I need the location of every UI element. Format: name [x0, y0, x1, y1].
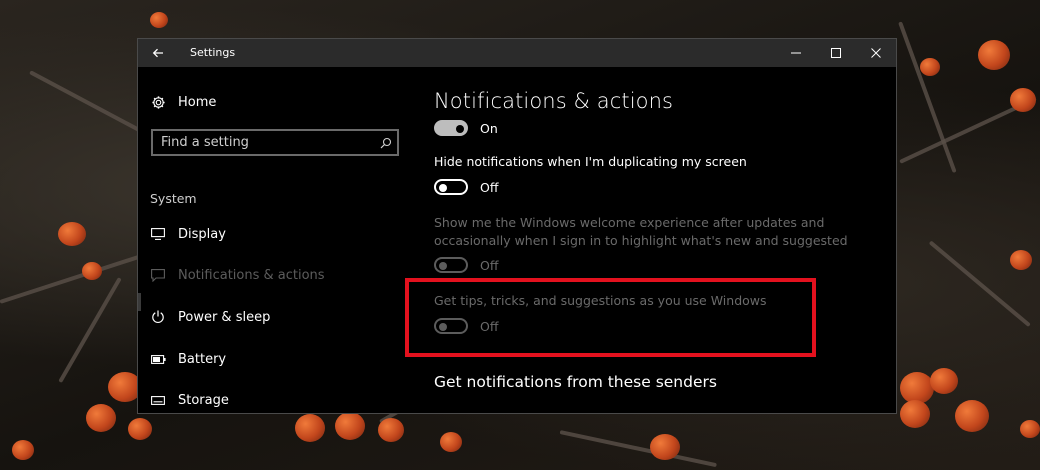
- maximize-icon: [831, 48, 841, 58]
- hide-notifications-toggle[interactable]: [434, 179, 468, 195]
- storage-icon: [150, 392, 166, 408]
- minimize-button[interactable]: [776, 39, 816, 67]
- maximize-button[interactable]: [816, 39, 856, 67]
- settings-window: Settings Home Find a setting System Disp…: [137, 38, 897, 414]
- red-highlight-box: [405, 278, 816, 357]
- message-icon: [150, 267, 166, 283]
- page-title: Notifications & actions: [434, 89, 674, 113]
- setting-toggle-row-2: Off: [434, 179, 498, 195]
- toggle-state-label: On: [480, 120, 498, 136]
- sidebar-item-label: Power & sleep: [178, 309, 271, 325]
- sidebar: Home System Display Notifications & ac: [138, 67, 428, 413]
- sidebar-item-label: Battery: [178, 351, 227, 367]
- close-button[interactable]: [856, 39, 896, 67]
- toggle-state-label: Off: [480, 257, 499, 273]
- sidebar-item-display[interactable]: Display: [150, 226, 226, 242]
- selection-indicator: [138, 293, 141, 311]
- gear-icon: [150, 94, 166, 110]
- search-box[interactable]: [151, 129, 399, 156]
- welcome-experience-toggle[interactable]: [434, 257, 468, 273]
- content-pane: Notifications & actions On Hide notifica…: [434, 67, 896, 413]
- home-label: Home: [178, 94, 217, 110]
- toggle-state-label: Off: [480, 179, 499, 195]
- minimize-icon: [791, 52, 801, 54]
- sidebar-item-battery[interactable]: Battery: [150, 351, 226, 367]
- sidebar-item-label: Display: [178, 226, 226, 242]
- setting-toggle-row-1: On: [434, 120, 498, 136]
- setting-label-welcome-experience: Show me the Windows welcome experience a…: [434, 215, 848, 248]
- search-input[interactable]: [153, 134, 375, 151]
- section-label-system: System: [150, 191, 197, 206]
- sidebar-item-notifications[interactable]: Notifications & actions: [150, 267, 325, 283]
- title-bar: Settings: [138, 39, 896, 67]
- toggle-switch[interactable]: [434, 120, 468, 136]
- close-icon: [871, 48, 881, 58]
- setting-label-hide-notifications: Hide notifications when I'm duplicating …: [434, 154, 747, 169]
- back-arrow-icon: [152, 48, 163, 58]
- power-icon: [150, 309, 166, 325]
- back-button[interactable]: [138, 39, 178, 67]
- monitor-icon: [150, 226, 166, 242]
- sidebar-item-label: Storage: [178, 392, 229, 408]
- sidebar-item-storage[interactable]: Storage: [150, 392, 229, 408]
- window-title: Settings: [190, 46, 236, 59]
- senders-heading: Get notifications from these senders: [434, 373, 717, 391]
- search-icon[interactable]: [375, 137, 397, 149]
- sidebar-item-label: Notifications & actions: [178, 267, 325, 283]
- setting-toggle-row-3: Off: [434, 257, 498, 273]
- battery-icon: [150, 351, 166, 367]
- sidebar-item-power-sleep[interactable]: Power & sleep: [150, 309, 270, 325]
- nav-home[interactable]: Home: [150, 94, 216, 110]
